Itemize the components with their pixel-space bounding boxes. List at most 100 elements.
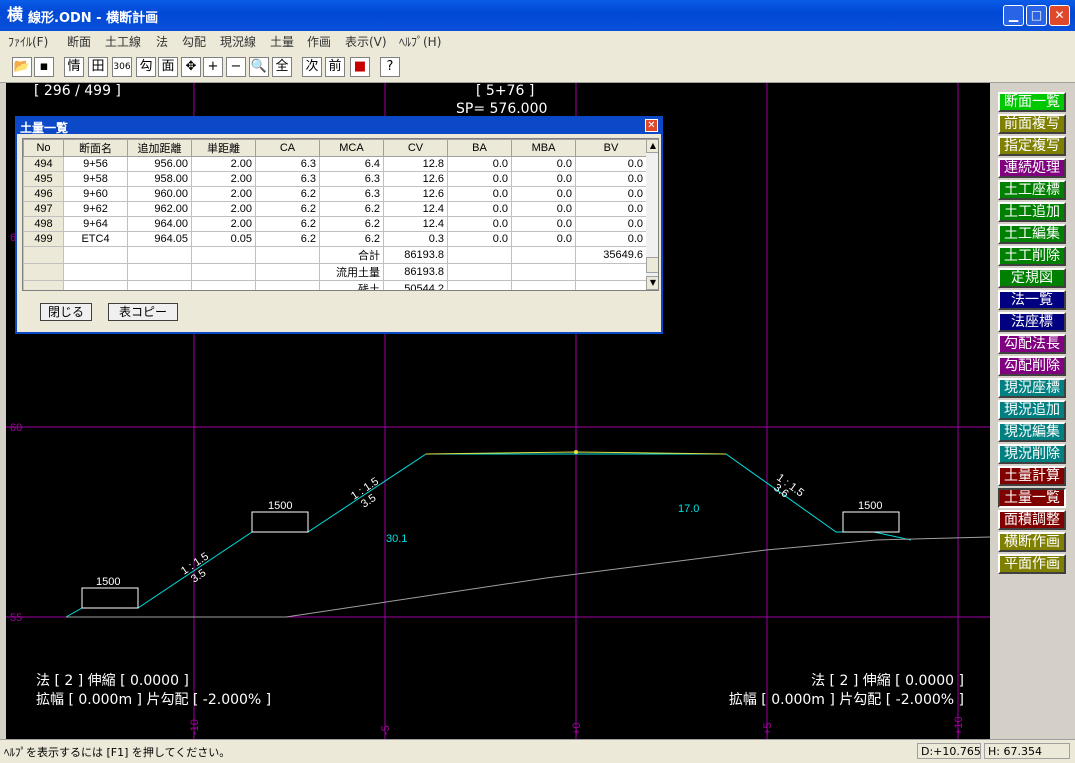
cube-icon[interactable]: ■	[350, 57, 370, 77]
grid-button[interactable]: 田	[88, 57, 108, 77]
app-icon: 横	[6, 5, 23, 24]
306-button[interactable]: 306	[112, 57, 132, 77]
berm-label: 1500	[858, 500, 882, 512]
copy-table-button[interactable]: 表コピー	[108, 303, 178, 321]
column-header[interactable]: CA	[255, 139, 320, 157]
panel-button-10[interactable]: 法座標	[998, 312, 1066, 332]
panel-button-12[interactable]: 勾配削除	[998, 356, 1066, 376]
table-cell: 498	[23, 216, 64, 232]
scroll-thumb[interactable]	[646, 257, 658, 273]
column-header[interactable]: No	[23, 139, 64, 157]
menu-volume[interactable]: 土量	[270, 33, 294, 50]
table-cell: 0.0	[511, 216, 576, 232]
panel-button-20[interactable]: 横断作画	[998, 532, 1066, 552]
open-icon[interactable]: 📂	[12, 57, 32, 77]
table-header-row: No 断面名 追加距離 単距離 CA MCA CV BA MBA BV	[23, 139, 647, 157]
panel-button-8[interactable]: 定規図	[998, 268, 1066, 288]
table-cell	[127, 246, 192, 264]
panel-button-4[interactable]: 土工座標	[998, 180, 1066, 200]
vertical-scrollbar[interactable]: ▲ ▼	[646, 139, 658, 290]
menu-slope[interactable]: 法	[156, 33, 168, 50]
panel-button-6[interactable]: 土工編集	[998, 224, 1066, 244]
menu-gradient[interactable]: 勾配	[182, 33, 206, 50]
zoom-out-button[interactable]: −	[226, 57, 246, 77]
menu-view[interactable]: 表示(V)	[345, 33, 387, 50]
menu-help[interactable]: ﾍﾙﾌﾟ(H)	[399, 33, 441, 50]
table-cell: 6.2	[319, 216, 384, 232]
panel-button-1[interactable]: 前面複写	[998, 114, 1066, 134]
x-axis-label: -5	[380, 725, 392, 735]
summary-row: 流用土量 86193.8	[23, 263, 647, 281]
table-cell: 12.6	[383, 171, 448, 187]
status-distance: D:+10.765	[917, 743, 981, 759]
prev-button[interactable]: 前	[325, 57, 345, 77]
column-header[interactable]: MCA	[319, 139, 384, 157]
panel-button-14[interactable]: 現況追加	[998, 400, 1066, 420]
column-header[interactable]: CV	[383, 139, 448, 157]
help-icon[interactable]: ?	[380, 57, 400, 77]
volume-grid[interactable]: No 断面名 追加距離 単距離 CA MCA CV BA MBA BV 494 9+56 956.00…	[22, 138, 659, 291]
column-header[interactable]: 断面名	[63, 139, 128, 157]
menu-file[interactable]: ﾌｧｲﾙ(F)	[8, 33, 48, 50]
minimize-button[interactable]: ▁	[1003, 5, 1024, 26]
dialog-title-bar[interactable]: 土量一覧 ✕	[17, 118, 661, 135]
row-header-cell	[23, 246, 64, 264]
table-row[interactable]: 496 9+60 960.00 2.00 6.2 6.3 12.6 0.0 0.0 0.0	[23, 186, 647, 202]
table-cell: 956.00	[127, 156, 192, 172]
table-cell: 2.00	[191, 171, 256, 187]
left-slope-info: 法 [ 2 ] 伸縮 [ 0.0000 ]	[36, 673, 189, 689]
panel-button-0[interactable]: 断面一覧	[998, 92, 1066, 112]
fit-all-button[interactable]: 全	[272, 57, 292, 77]
table-row[interactable]: 498 9+64 964.00 2.00 6.2 6.2 12.4 0.0 0.0 0.0	[23, 216, 647, 232]
next-button[interactable]: 次	[302, 57, 322, 77]
table-row[interactable]: 495 9+58 958.00 2.00 6.3 6.3 12.6 0.0 0.0 0.0	[23, 171, 647, 187]
menu-drawing[interactable]: 作画	[307, 33, 331, 50]
summary-bv: 35649.6	[575, 246, 647, 264]
column-header[interactable]: 単距離	[191, 139, 256, 157]
table-row[interactable]: 499 ETC4 964.05 0.05 6.2 6.2 0.3 0.0 0.0 0.0	[23, 231, 647, 247]
x-axis-label: +10	[953, 716, 965, 735]
column-header[interactable]: BV	[575, 139, 647, 157]
panel-button-9[interactable]: 法一覧	[998, 290, 1066, 310]
panel-button-19[interactable]: 面積調整	[998, 510, 1066, 530]
table-cell: 6.2	[319, 201, 384, 217]
panel-button-18[interactable]: 土量一覧	[998, 488, 1066, 508]
zoom-in-button[interactable]: +	[203, 57, 223, 77]
panel-button-7[interactable]: 土工削除	[998, 246, 1066, 266]
table-cell: 6.2	[255, 216, 320, 232]
panel-button-21[interactable]: 平面作画	[998, 554, 1066, 574]
face-button[interactable]: 面	[158, 57, 178, 77]
menu-existing-line[interactable]: 現況線	[220, 33, 256, 50]
panel-button-2[interactable]: 指定複写	[998, 136, 1066, 156]
dialog-title: 土量一覧	[20, 121, 69, 135]
menu-section[interactable]: 断面	[67, 33, 91, 50]
scroll-down-icon[interactable]: ▼	[646, 276, 658, 290]
info-button[interactable]: 情	[64, 57, 84, 77]
close-button[interactable]: ✕	[1049, 5, 1070, 26]
save-icon[interactable]: ▪	[34, 57, 54, 77]
close-dialog-button[interactable]: 閉じる	[40, 303, 92, 321]
menu-earthwork-line[interactable]: 土工線	[105, 33, 141, 50]
zoom-icon[interactable]: 🔍	[249, 57, 269, 77]
panel-button-13[interactable]: 現況座標	[998, 378, 1066, 398]
gradient-button[interactable]: 勾	[136, 57, 156, 77]
table-row[interactable]: 494 9+56 956.00 2.00 6.3 6.4 12.8 0.0 0.0 0.0	[23, 156, 647, 172]
x-axis-label: -10	[189, 719, 201, 735]
move-icon[interactable]: ✥	[181, 57, 201, 77]
table-cell: 6.2	[255, 186, 320, 202]
panel-button-15[interactable]: 現況編集	[998, 422, 1066, 442]
panel-button-16[interactable]: 現況削除	[998, 444, 1066, 464]
column-header[interactable]: 追加距離	[127, 139, 192, 157]
panel-button-11[interactable]: 勾配法長	[998, 334, 1066, 354]
panel-button-5[interactable]: 土工追加	[998, 202, 1066, 222]
table-row[interactable]: 497 9+62 962.00 2.00 6.2 6.2 12.4 0.0 0.0 0.0	[23, 201, 647, 217]
scroll-up-icon[interactable]: ▲	[646, 139, 658, 153]
maximize-button[interactable]: □	[1026, 5, 1047, 26]
column-header[interactable]: MBA	[511, 139, 576, 157]
panel-button-3[interactable]: 連続処理	[998, 158, 1066, 178]
title-bar[interactable]: 横 線形.ODN - 横断計画 ▁ □ ✕	[0, 0, 1075, 31]
dialog-close-icon[interactable]: ✕	[645, 119, 658, 132]
summary-label: 流用土量	[319, 263, 384, 281]
panel-button-17[interactable]: 土量計算	[998, 466, 1066, 486]
column-header[interactable]: BA	[447, 139, 512, 157]
